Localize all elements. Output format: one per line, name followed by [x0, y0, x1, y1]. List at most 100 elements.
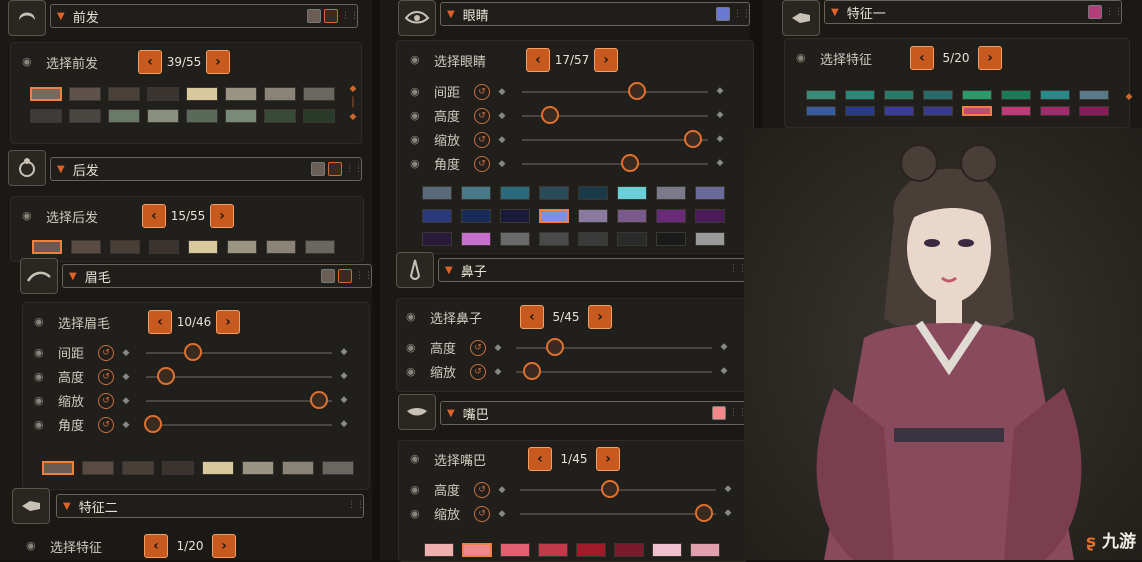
- prev-button[interactable]: ‹: [142, 204, 166, 228]
- next-button[interactable]: ›: [588, 305, 612, 329]
- color-swatch[interactable]: [110, 240, 140, 254]
- next-button[interactable]: ›: [212, 534, 236, 558]
- eye-icon[interactable]: ◉: [22, 56, 38, 68]
- back-hair-header[interactable]: ▼ 后发 ⋮⋮: [50, 157, 363, 181]
- slider-track[interactable]: [522, 106, 708, 124]
- color-swatch-icon[interactable]: [1088, 5, 1102, 19]
- color-swatch[interactable]: [690, 543, 720, 557]
- eyebrow-header[interactable]: ▼ 眉毛 ⋮⋮: [62, 264, 373, 288]
- color-swatch[interactable]: [30, 109, 62, 123]
- color-swatch[interactable]: [1001, 90, 1031, 100]
- eye-icon[interactable]: ◉: [410, 483, 426, 496]
- color-swatch-icon[interactable]: [307, 9, 321, 23]
- scroll-handle[interactable]: ◆: [1124, 92, 1134, 116]
- color-swatch[interactable]: [188, 240, 218, 254]
- eye-icon[interactable]: ◉: [26, 540, 42, 552]
- color-swatch-icon[interactable]: [716, 7, 730, 21]
- eye-icon[interactable]: ◉: [410, 453, 426, 465]
- reset-icon[interactable]: ↺: [98, 368, 114, 385]
- color-swatch[interactable]: [617, 209, 647, 223]
- reset-icon[interactable]: ↺: [474, 481, 490, 498]
- chevron-down-icon[interactable]: ▼: [445, 265, 453, 276]
- color-swatch[interactable]: [500, 543, 530, 557]
- reset-icon[interactable]: ↺: [474, 155, 490, 172]
- color-swatch[interactable]: [962, 90, 992, 100]
- color-swatch[interactable]: [923, 90, 953, 100]
- front-hair-header[interactable]: ▼ 前发 ⋮⋮: [50, 4, 359, 28]
- color-swatch[interactable]: [69, 87, 101, 101]
- color-swatch[interactable]: [202, 461, 234, 475]
- eye-icon[interactable]: ◉: [410, 157, 426, 170]
- next-button[interactable]: ›: [596, 447, 620, 471]
- color-swatch[interactable]: [122, 461, 154, 475]
- slider-track[interactable]: [146, 343, 332, 361]
- color-swatch[interactable]: [614, 543, 644, 557]
- slider-knob[interactable]: [309, 391, 328, 409]
- lock-icon[interactable]: [338, 269, 352, 283]
- color-swatch[interactable]: [1079, 90, 1109, 100]
- slider-track[interactable]: [144, 415, 332, 433]
- slider-track[interactable]: [522, 82, 708, 100]
- color-swatch[interactable]: [422, 209, 452, 223]
- color-swatch[interactable]: [652, 543, 682, 557]
- color-swatch[interactable]: [539, 232, 569, 246]
- color-swatch[interactable]: [500, 186, 530, 200]
- chevron-down-icon[interactable]: ▼: [69, 271, 77, 282]
- slider-knob[interactable]: [620, 154, 639, 172]
- color-swatch[interactable]: [225, 87, 257, 101]
- eye-icon[interactable]: ◉: [34, 418, 50, 431]
- color-swatch[interactable]: [282, 461, 314, 475]
- color-swatch[interactable]: [656, 232, 686, 246]
- color-swatch-icon[interactable]: [712, 406, 726, 420]
- color-swatch[interactable]: [149, 240, 179, 254]
- drag-handle-icon[interactable]: ⋮⋮: [729, 407, 747, 419]
- color-swatch[interactable]: [539, 209, 569, 223]
- eye-icon[interactable]: ◉: [410, 109, 426, 122]
- chevron-down-icon[interactable]: ▼: [447, 408, 455, 419]
- color-swatch[interactable]: [962, 106, 992, 116]
- chevron-down-icon[interactable]: ▼: [831, 7, 839, 18]
- drag-handle-icon[interactable]: ⋮⋮: [729, 263, 747, 275]
- color-swatch[interactable]: [461, 186, 491, 200]
- color-swatch[interactable]: [82, 461, 114, 475]
- eye-icon[interactable]: ◉: [406, 365, 422, 378]
- eye-icon[interactable]: ◉: [406, 341, 422, 354]
- color-swatch[interactable]: [147, 87, 179, 101]
- color-swatch[interactable]: [266, 240, 296, 254]
- color-swatch[interactable]: [422, 232, 452, 246]
- eye-icon[interactable]: ◉: [410, 507, 426, 520]
- feature-two-header[interactable]: ▼ 特征二 ⋮⋮: [56, 494, 365, 518]
- next-button[interactable]: ›: [978, 46, 1002, 70]
- color-swatch[interactable]: [461, 209, 491, 223]
- prev-button[interactable]: ‹: [144, 534, 168, 558]
- color-swatch[interactable]: [656, 209, 686, 223]
- color-swatch[interactable]: [695, 232, 725, 246]
- eye-icon[interactable]: ◉: [410, 85, 426, 98]
- color-swatch[interactable]: [225, 109, 257, 123]
- chevron-down-icon[interactable]: ▼: [447, 9, 455, 20]
- color-swatch[interactable]: [845, 106, 875, 116]
- color-swatch[interactable]: [303, 109, 335, 123]
- drag-handle-icon[interactable]: ⋮⋮: [347, 499, 365, 511]
- reset-icon[interactable]: ↺: [474, 131, 490, 148]
- slider-track[interactable]: [522, 130, 708, 148]
- eye-icon[interactable]: ◉: [796, 52, 812, 64]
- scroll-handle[interactable]: ◆ │ ◆: [348, 82, 358, 132]
- prev-button[interactable]: ‹: [148, 310, 172, 334]
- color-swatch[interactable]: [578, 186, 608, 200]
- color-swatch[interactable]: [162, 461, 194, 475]
- color-swatch[interactable]: [1001, 106, 1031, 116]
- color-swatch[interactable]: [617, 186, 647, 200]
- color-swatch[interactable]: [1079, 106, 1109, 116]
- eye-icon[interactable]: ◉: [34, 346, 50, 359]
- color-swatch[interactable]: [71, 240, 101, 254]
- reset-icon[interactable]: ↺: [98, 344, 114, 361]
- eye-icon[interactable]: ◉: [34, 370, 50, 383]
- color-swatch-icon[interactable]: [321, 269, 335, 283]
- drag-handle-icon[interactable]: ⋮⋮: [345, 163, 363, 175]
- mouth-header[interactable]: ▼ 嘴巴 ⋮⋮: [440, 401, 747, 425]
- prev-button[interactable]: ‹: [520, 305, 544, 329]
- eyes-header[interactable]: ▼ 眼睛 ⋮⋮: [440, 2, 751, 26]
- reset-icon[interactable]: ↺: [474, 107, 490, 124]
- color-swatch[interactable]: [538, 543, 568, 557]
